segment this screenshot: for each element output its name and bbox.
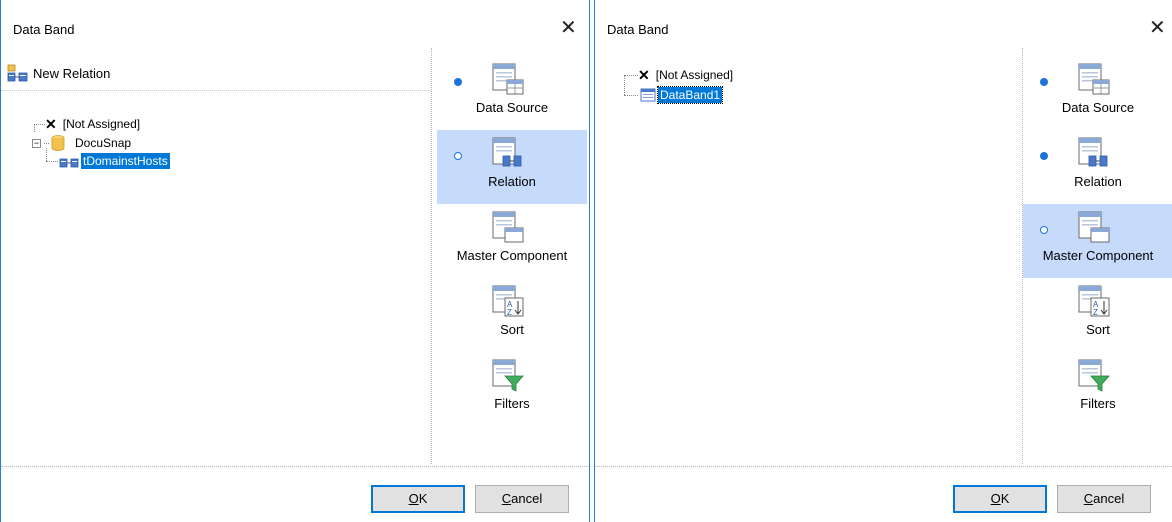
toolbar-divider — [1, 90, 431, 91]
master-component-icon — [1078, 211, 1110, 243]
database-icon — [51, 135, 65, 151]
collapse-icon[interactable]: − — [32, 138, 41, 148]
tree-item-relation[interactable]: tDomainstHosts — [59, 152, 170, 170]
footer-divider — [595, 466, 1172, 467]
close-icon[interactable]: ✕ — [560, 18, 577, 38]
nav-data-source[interactable]: Data Source — [437, 56, 587, 130]
dialog-title: Data Band — [13, 22, 75, 37]
nav-dot — [1040, 226, 1048, 234]
ok-button[interactable]: OK — [371, 485, 465, 513]
data-source-icon — [492, 63, 524, 95]
svg-text:Z: Z — [1093, 308, 1098, 317]
footer-divider — [1, 466, 589, 467]
nav-master-component[interactable]: Master Component — [1023, 204, 1172, 278]
nav-dot — [454, 152, 462, 160]
nav-dot — [454, 78, 462, 86]
nav-sort[interactable]: A Z Sort — [1023, 278, 1172, 352]
nav-filters[interactable]: Filters — [437, 352, 587, 426]
cancel-button[interactable]: Cancel — [1057, 485, 1151, 513]
relation-icon — [492, 137, 522, 167]
nav-master-component[interactable]: Master Component — [437, 204, 587, 278]
sort-icon: A Z — [1078, 285, 1110, 317]
relation-icon — [59, 158, 79, 168]
tree-item-databand1[interactable]: DataBand1 — [640, 86, 724, 104]
sort-icon: A Z — [492, 285, 524, 317]
cancel-button[interactable]: Cancel — [475, 485, 569, 513]
data-band-icon — [640, 88, 656, 102]
ok-button[interactable]: OK — [953, 485, 1047, 513]
data-band-dialog-left: Data Band ✕ New Relation ✕ [Not Assigned… — [0, 0, 590, 522]
tree-item-docusnap[interactable]: − DocuSnap — [32, 134, 133, 152]
tree-item-not-assigned[interactable]: ✕ [Not Assigned] — [638, 66, 735, 84]
filters-icon — [1078, 359, 1110, 392]
data-band-dialog-right: Data Band ✕ ✕ [Not Assigned] DataBand1 D… — [594, 0, 1172, 522]
close-icon[interactable]: ✕ — [1149, 18, 1166, 38]
title-bar: Data Band ✕ — [1, 0, 589, 46]
title-bar: Data Band ✕ — [595, 0, 1172, 46]
nav-data-source[interactable]: Data Source — [1023, 56, 1172, 130]
relation-panel: New Relation ✕ [Not Assigned] − DocuSnap — [1, 48, 432, 464]
nav-relation[interactable]: Relation — [437, 130, 587, 204]
dialog-title: Data Band — [607, 22, 669, 37]
not-assigned-icon: ✕ — [638, 66, 650, 83]
new-relation-label: New Relation — [33, 65, 111, 81]
master-component-panel: ✕ [Not Assigned] DataBand1 — [595, 48, 1023, 464]
svg-text:Z: Z — [507, 308, 512, 317]
nav-relation[interactable]: Relation — [1023, 130, 1172, 204]
filters-icon — [492, 359, 524, 392]
nav-dot — [1040, 152, 1048, 160]
nav-dot — [1040, 78, 1048, 86]
nav-filters[interactable]: Filters — [1023, 352, 1172, 426]
nav-sort[interactable]: A Z Sort — [437, 278, 587, 352]
relation-icon — [1078, 137, 1108, 167]
not-assigned-icon: ✕ — [45, 115, 57, 132]
master-component-icon — [492, 211, 524, 243]
data-source-icon — [1078, 63, 1110, 95]
tree-item-not-assigned[interactable]: ✕ [Not Assigned] — [45, 115, 142, 133]
new-relation-button[interactable]: New Relation — [7, 62, 110, 84]
new-relation-icon — [7, 64, 28, 82]
